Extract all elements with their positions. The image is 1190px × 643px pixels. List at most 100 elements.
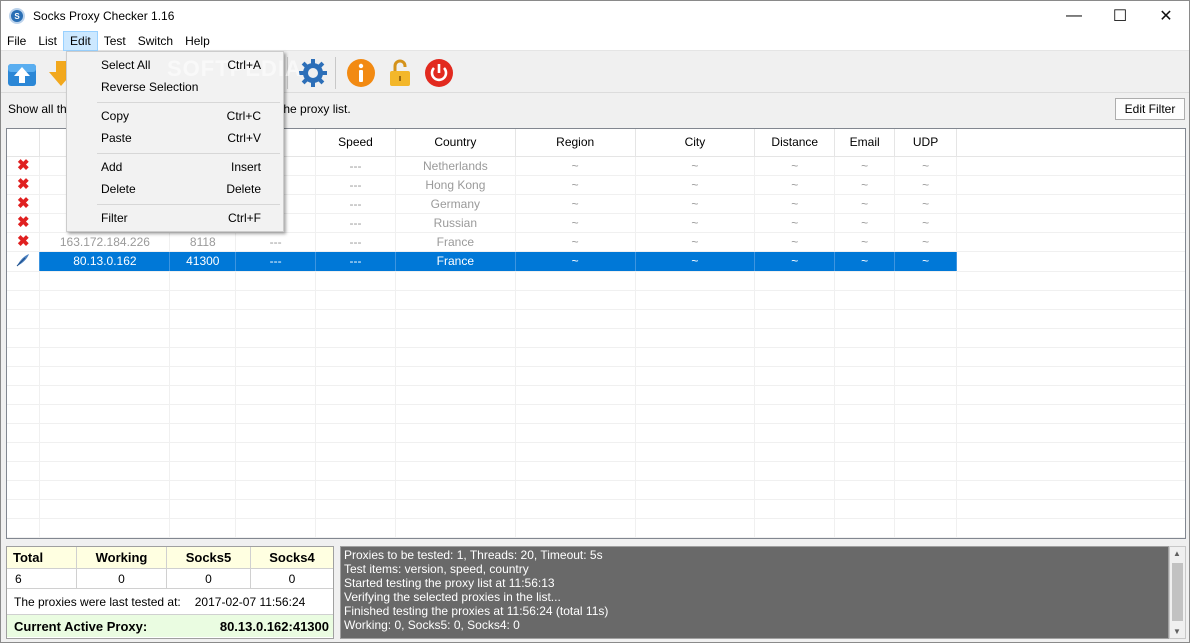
empty-cell — [39, 423, 171, 443]
col-header-email[interactable]: Email — [834, 129, 896, 157]
cell-filler — [956, 194, 1185, 214]
empty-cell — [315, 328, 396, 348]
minimize-icon[interactable]: — — [1051, 1, 1097, 31]
info-text-left: Show all th — [8, 102, 67, 116]
empty-cell — [754, 499, 836, 519]
stat-socks5: Socks5 0 — [167, 547, 251, 589]
empty-row — [7, 499, 1185, 519]
cell-distance: ~ — [754, 175, 836, 195]
empty-cell — [315, 499, 396, 519]
menu-select-all[interactable]: Select All Ctrl+A — [67, 54, 283, 76]
empty-cell — [395, 347, 516, 367]
edit-filter-button[interactable]: Edit Filter — [1115, 98, 1185, 120]
cell-region: ~ — [515, 156, 636, 176]
cell-country: Hong Kong — [395, 175, 516, 195]
menu-list[interactable]: List — [32, 31, 63, 51]
close-icon[interactable]: ✕ — [1143, 1, 1189, 31]
log-scrollbar[interactable]: ▲ ▼ — [1169, 546, 1186, 639]
empty-cell — [894, 404, 958, 424]
empty-cell — [315, 480, 396, 500]
cell-port: 8118 — [169, 232, 237, 252]
empty-cell — [235, 518, 317, 538]
empty-cell — [834, 499, 896, 519]
empty-cell — [395, 309, 516, 329]
empty-cell — [7, 328, 41, 348]
empty-cell — [7, 290, 41, 310]
scroll-up-icon[interactable]: ▲ — [1173, 549, 1181, 558]
scroll-thumb[interactable] — [1172, 563, 1183, 621]
menu-copy[interactable]: Copy Ctrl+C — [67, 105, 283, 127]
upload-icon[interactable] — [4, 55, 40, 91]
table-row[interactable]: 80.13.0.162 41300 --- --- France ~ ~ ~ ~ ~ — [7, 251, 1185, 272]
menu-item-label: Copy — [101, 109, 130, 123]
stat-header: Working — [77, 547, 166, 569]
empty-cell — [395, 271, 516, 291]
empty-cell — [395, 404, 516, 424]
col-header-region[interactable]: Region — [515, 129, 636, 157]
menu-item-shortcut: Ctrl+F — [228, 211, 261, 225]
cell-region: ~ — [515, 251, 636, 272]
col-header-distance[interactable]: Distance — [754, 129, 836, 157]
empty-cell — [395, 480, 516, 500]
cell-speed: --- — [315, 175, 396, 195]
empty-cell — [7, 271, 41, 291]
menu-filter[interactable]: Filter Ctrl+F — [67, 207, 283, 229]
scroll-down-icon[interactable]: ▼ — [1173, 627, 1181, 636]
col-header-udp[interactable]: UDP — [894, 129, 958, 157]
empty-cell — [39, 366, 171, 386]
empty-cell — [754, 290, 836, 310]
empty-cell — [395, 385, 516, 405]
col-header-speed[interactable]: Speed — [315, 129, 396, 157]
empty-cell — [39, 385, 171, 405]
empty-cell — [754, 271, 836, 291]
empty-cell — [956, 328, 1185, 348]
empty-cell — [635, 442, 756, 462]
empty-cell — [894, 271, 958, 291]
empty-cell — [7, 499, 41, 519]
menu-test[interactable]: Test — [98, 31, 132, 51]
menu-help[interactable]: Help — [179, 31, 216, 51]
menu-paste[interactable]: Paste Ctrl+V — [67, 127, 283, 149]
empty-cell — [395, 328, 516, 348]
cell-city: ~ — [635, 251, 756, 272]
empty-cell — [169, 461, 237, 481]
menu-item-label: Reverse Selection — [101, 80, 199, 94]
cell-udp: ~ — [894, 232, 958, 252]
app-icon: S — [9, 8, 25, 24]
empty-cell — [315, 290, 396, 310]
col-header-status[interactable] — [7, 129, 41, 157]
col-header-city[interactable]: City — [635, 129, 756, 157]
log-panel[interactable]: Proxies to be tested: 1, Threads: 20, Ti… — [340, 546, 1169, 639]
menu-edit[interactable]: Edit — [63, 30, 98, 51]
empty-cell — [7, 423, 41, 443]
menu-file[interactable]: File — [1, 31, 32, 51]
empty-cell — [894, 442, 958, 462]
menu-reverse-selection[interactable]: Reverse Selection — [67, 76, 283, 98]
lock-icon[interactable] — [382, 55, 418, 91]
empty-cell — [754, 442, 836, 462]
empty-row — [7, 290, 1185, 310]
menu-item-label: Select All — [101, 58, 151, 72]
maximize-icon[interactable]: ☐ — [1097, 1, 1143, 31]
col-header-country[interactable]: Country — [395, 129, 516, 157]
empty-row — [7, 442, 1185, 462]
empty-cell — [515, 366, 636, 386]
empty-cell — [169, 480, 237, 500]
menu-add[interactable]: Add Insert — [67, 156, 283, 178]
cell-country: France — [395, 232, 516, 252]
empty-cell — [956, 404, 1185, 424]
empty-cell — [169, 442, 237, 462]
menu-switch[interactable]: Switch — [132, 31, 179, 51]
edit-dropdown-menu: SOFTPEDIA Select All Ctrl+A Reverse Sele… — [66, 51, 301, 232]
cell-email: ~ — [834, 175, 896, 195]
power-icon[interactable] — [421, 55, 457, 91]
empty-cell — [39, 461, 171, 481]
stat-header: Total — [7, 547, 76, 569]
empty-cell — [894, 290, 958, 310]
last-tested-value: 2017-02-07 11:56:24 — [194, 594, 306, 609]
table-row[interactable]: ✖ 163.172.184.226 8118 --- --- France ~ ~ ~ ~ ~ — [7, 232, 1185, 252]
empty-cell — [515, 423, 636, 443]
info-icon[interactable] — [343, 55, 379, 91]
empty-cell — [635, 385, 756, 405]
menu-delete[interactable]: Delete Delete — [67, 178, 283, 200]
